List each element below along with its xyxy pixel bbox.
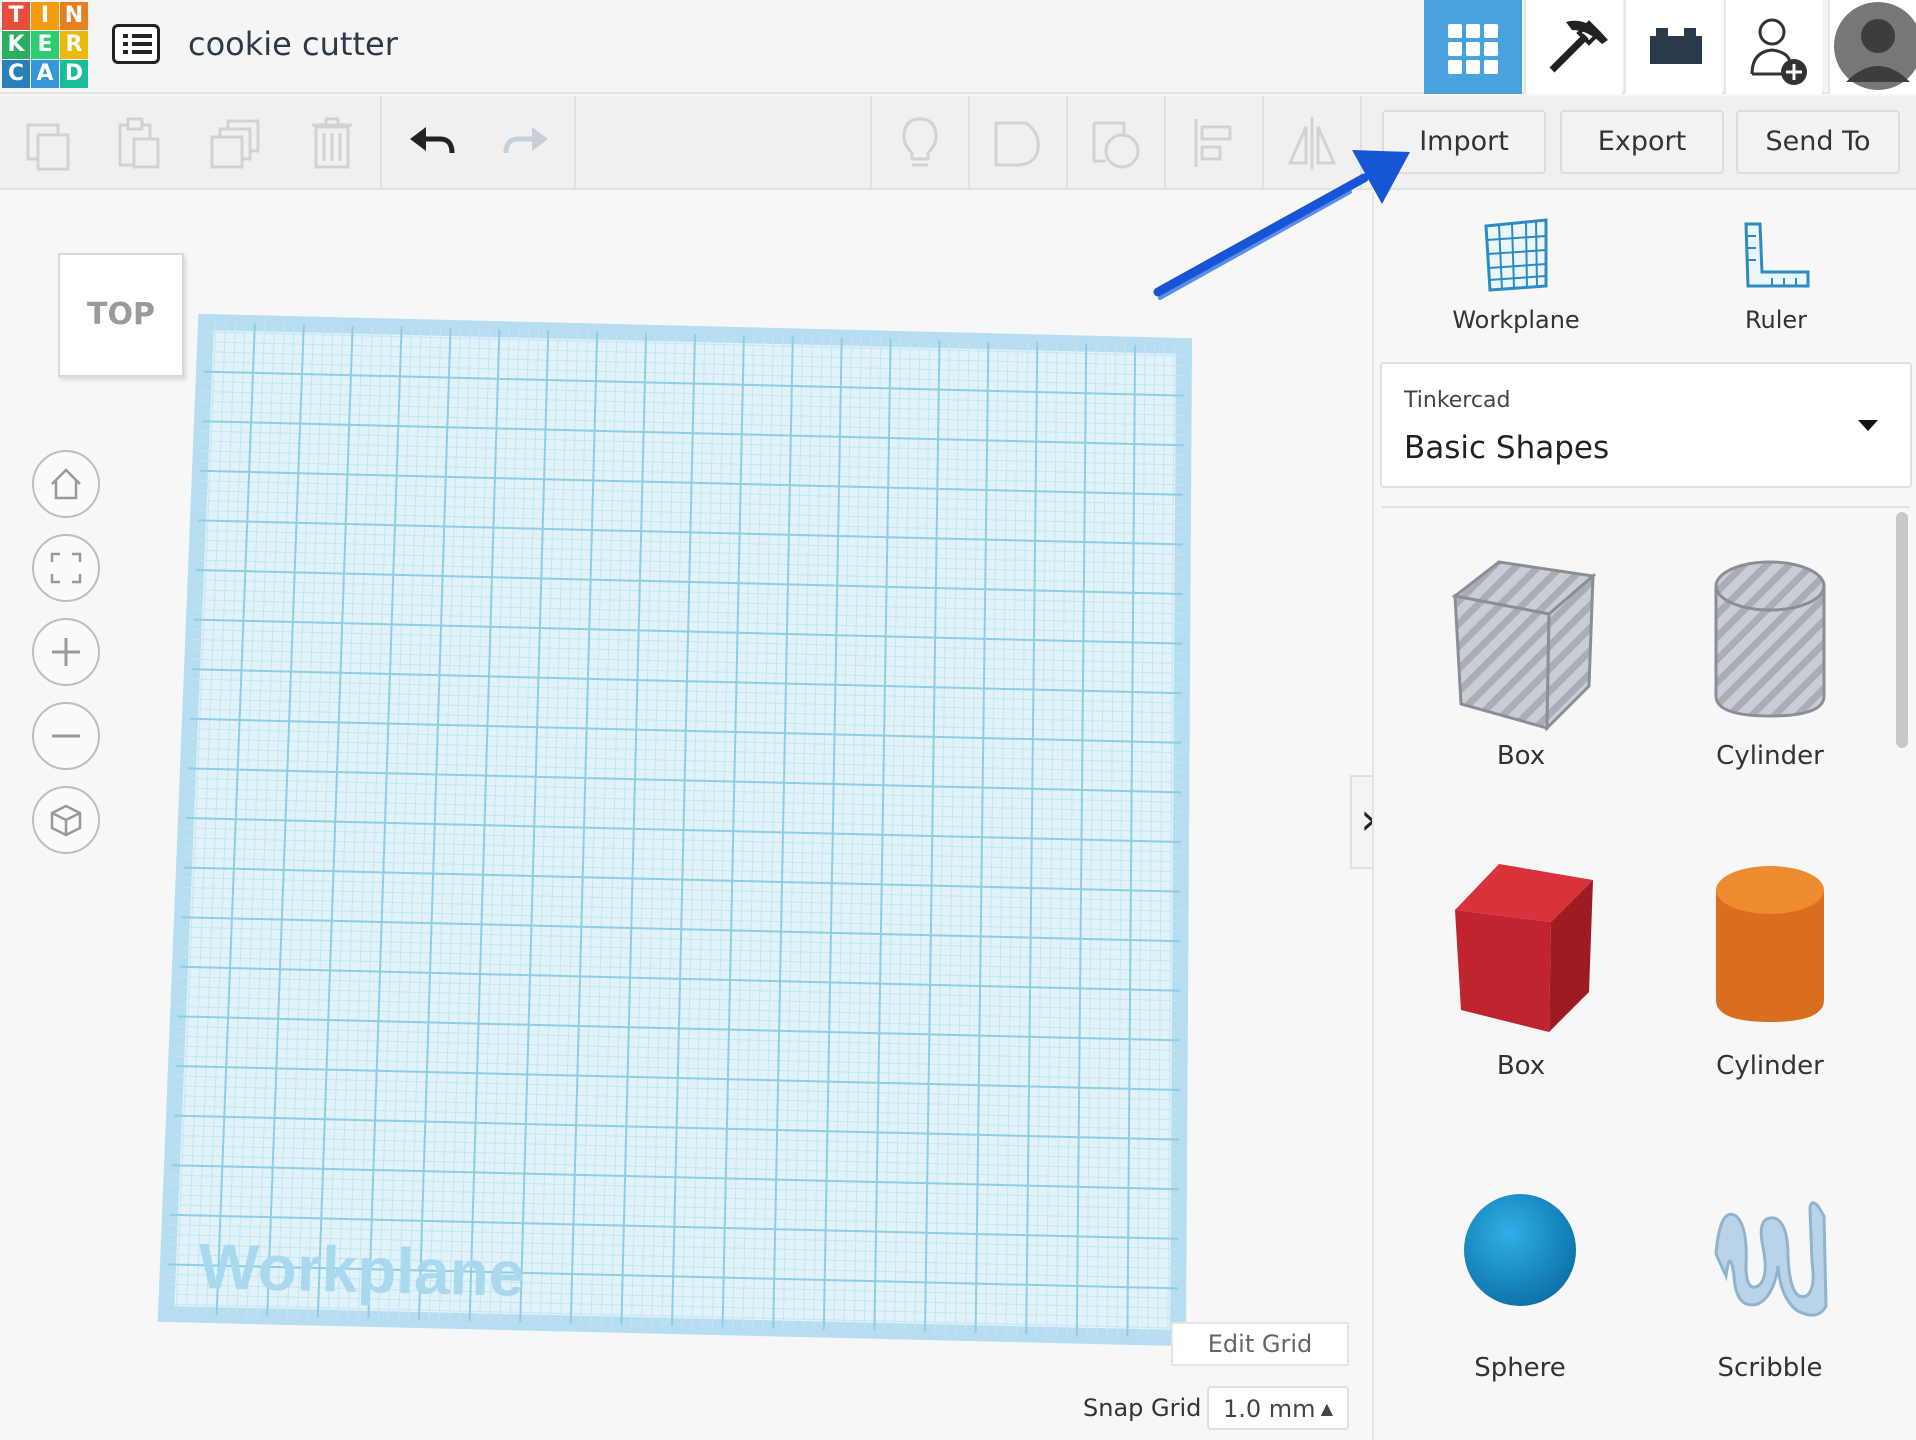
shape-cylinder[interactable]: Cylinder [1660,840,1880,1130]
fit-view-button[interactable] [32,534,100,602]
shape-label: Scribble [1717,1353,1823,1383]
zoom-out-button[interactable] [32,702,100,770]
shape-box[interactable]: Box [1411,840,1631,1130]
avatar[interactable] [1828,0,1916,94]
workplane-label: Workplane [1452,306,1580,334]
edit-grid-button[interactable]: Edit Grid [1171,1322,1349,1366]
home-view-button[interactable] [32,450,100,518]
shape-label: Cylinder [1716,741,1824,771]
cylinder-icon [1716,866,1824,1022]
panel-divider [1382,506,1910,508]
ruler-label: Ruler [1744,306,1808,334]
pickaxe-icon [1549,20,1608,73]
cylinder-hole-icon [1714,560,1826,718]
snap-grid-label: Snap Grid [1083,1394,1202,1422]
shape-label: Box [1496,1051,1546,1081]
shape-sphere[interactable]: Sphere [1410,1146,1630,1436]
bricks-view-button[interactable] [1624,0,1722,94]
workplane-watermark: Workplane [198,1230,526,1310]
shape-label: Cylinder [1716,1051,1824,1081]
shape-cylinder-hole[interactable]: Cylinder [1660,536,1880,826]
shape-label: Box [1496,741,1546,771]
caret-up-icon: ▲ [1320,1399,1333,1418]
panel-scrollbar[interactable] [1896,512,1908,748]
ruler-tool[interactable]: Ruler [1700,210,1852,340]
ruler-icon [1744,222,1810,288]
export-button[interactable]: Export [1560,110,1724,174]
shape-label: Sphere [1474,1353,1566,1383]
workplane-canvas[interactable]: Workplane [0,0,1372,1440]
perspective-button[interactable] [32,786,100,854]
zoom-in-button[interactable] [32,618,100,686]
workplane-grid-icon [1484,218,1548,292]
scribble-icon [1714,1201,1828,1317]
shape-library-category: Tinkercad [1404,388,1511,413]
minecraft-view-button[interactable] [1524,0,1622,94]
shape-library-select[interactable]: Tinkercad Basic Shapes [1380,362,1912,488]
sphere-icon [1464,1194,1576,1306]
send-to-button[interactable]: Send To [1736,110,1900,174]
workplane-tool[interactable]: Workplane [1440,210,1592,340]
snap-grid-value: 1.0 mm [1223,1395,1316,1423]
minus-icon [52,734,80,738]
shape-scribble[interactable]: Scribble [1660,1146,1880,1436]
invite-user-button[interactable] [1724,0,1822,94]
shape-box-hole[interactable]: Box [1411,536,1631,826]
box-hole-icon [1451,560,1597,732]
home-icon [51,468,81,500]
fit-view-icon [50,552,82,584]
box-icon [1455,864,1593,1032]
3d-design-view-button[interactable] [1424,0,1522,94]
import-button[interactable]: Import [1382,110,1546,174]
shape-library-value: Basic Shapes [1404,430,1610,466]
view-cube[interactable]: TOP [58,253,184,377]
add-user-icon [1750,18,1807,85]
snap-grid-select[interactable]: 1.0 mm ▲ [1207,1386,1349,1430]
caret-down-icon [1858,420,1878,431]
bricks-icon [1650,28,1702,64]
plus-icon [52,638,80,666]
cube-icon [50,804,82,837]
